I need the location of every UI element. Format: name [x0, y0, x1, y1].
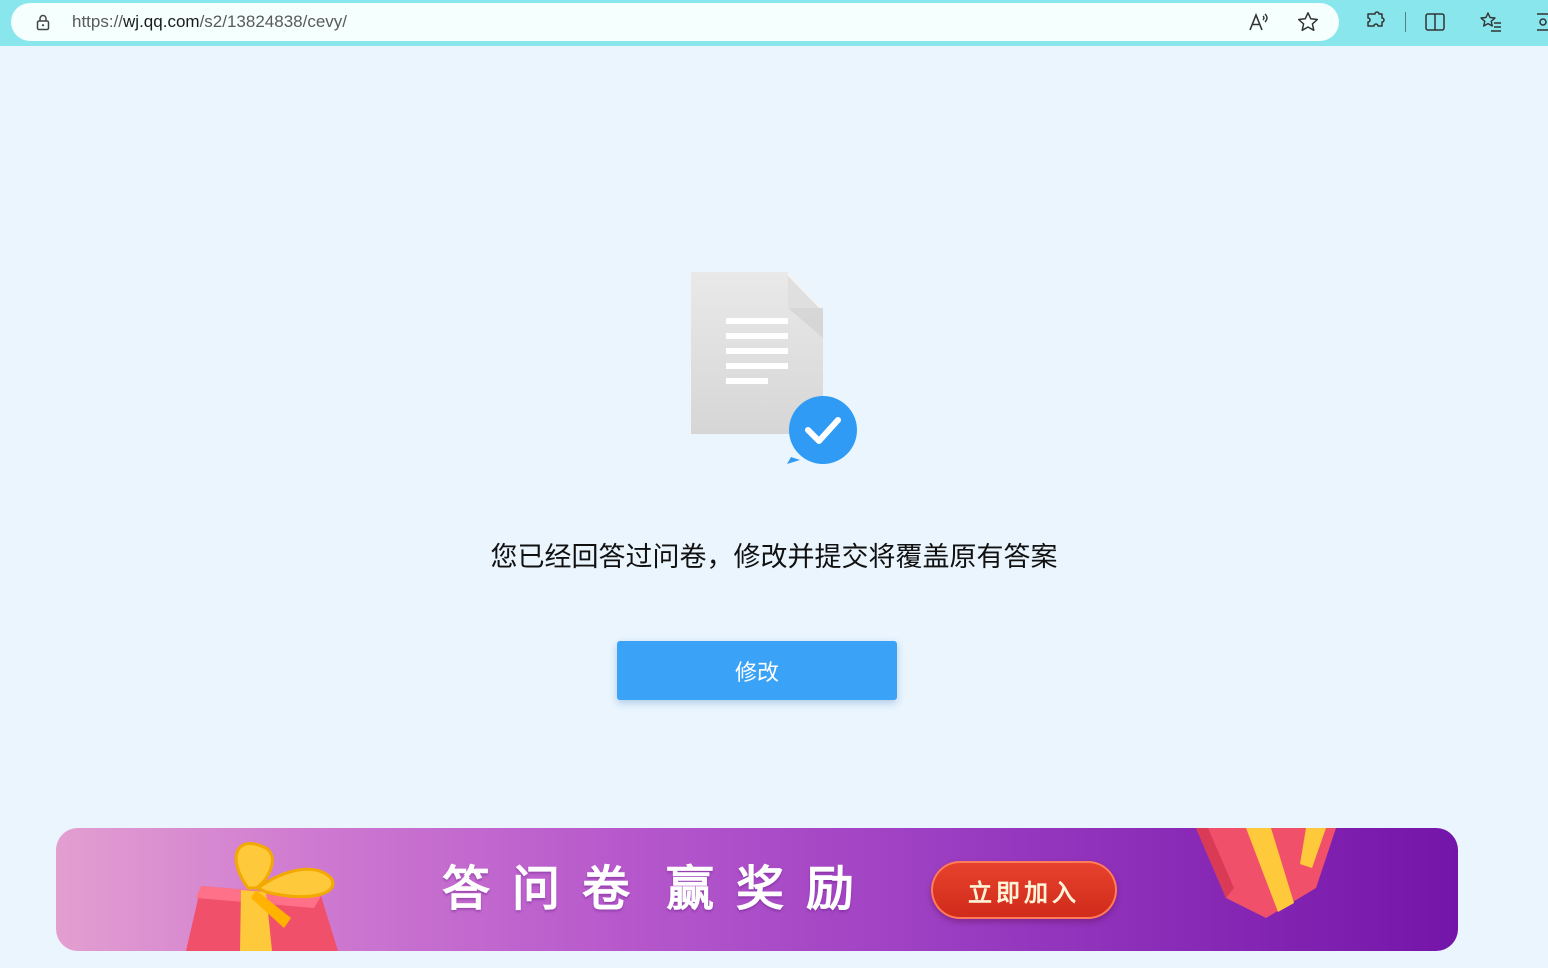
favorites-icon[interactable] [1479, 10, 1503, 34]
favorite-star-icon[interactable] [1296, 10, 1320, 34]
browser-toolbar: https://wj.qq.com/s2/13824838/cevy/ [0, 0, 1548, 46]
split-screen-icon[interactable] [1423, 10, 1447, 34]
banner-slogan-part1: 答问卷 [442, 861, 653, 917]
url-text[interactable]: https://wj.qq.com/s2/13824838/cevy/ [72, 12, 347, 32]
submitted-document-illustration [688, 272, 860, 467]
address-bar[interactable]: https://wj.qq.com/s2/13824838/cevy/ [11, 3, 1339, 41]
url-host: wj.qq.com [123, 12, 200, 31]
promo-banner[interactable]: 答问卷 赢奖励 立即加入 [56, 828, 1458, 951]
banner-slogan: 答问卷 赢奖励 [442, 858, 876, 920]
url-path: /s2/13824838/cevy/ [199, 12, 348, 31]
modify-button[interactable]: 修改 [617, 641, 897, 700]
banner-slogan-part2: 赢奖励 [666, 861, 877, 917]
extensions-icon[interactable] [1363, 10, 1387, 34]
url-scheme: https:// [72, 12, 124, 31]
lock-icon[interactable] [34, 13, 52, 31]
gift-box-icon [186, 842, 338, 951]
gift-box-icon [1196, 828, 1336, 918]
read-aloud-icon[interactable] [1247, 11, 1271, 35]
join-now-button[interactable]: 立即加入 [931, 861, 1117, 919]
already-answered-message: 您已经回答过问卷，修改并提交将覆盖原有答案 [490, 542, 1058, 573]
copilot-icon[interactable] [1531, 10, 1548, 34]
toolbar-divider [1405, 12, 1406, 32]
